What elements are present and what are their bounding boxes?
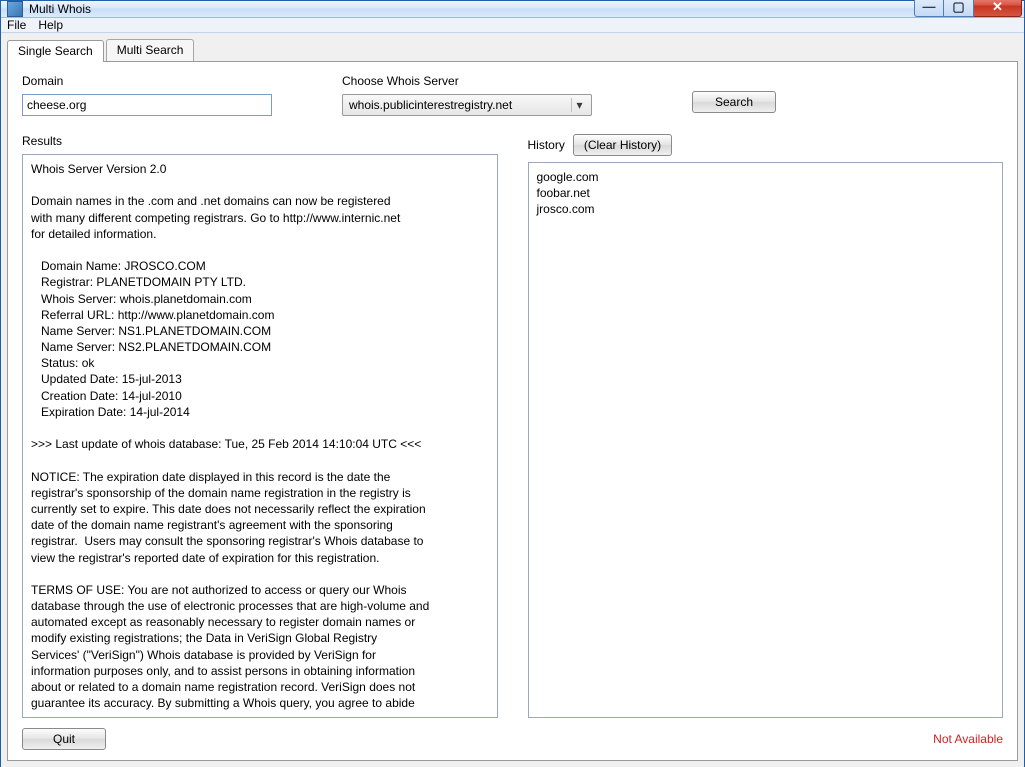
client-area: Single Search Multi Search Domain Choose…: [1, 33, 1024, 767]
server-label: Choose Whois Server: [342, 74, 592, 88]
history-header: History (Clear History): [528, 134, 1004, 156]
domain-field-group: Domain: [22, 74, 272, 116]
results-column: Results Whois Server Version 2.0 Domain …: [22, 134, 498, 718]
tabstrip: Single Search Multi Search: [7, 37, 1018, 61]
status-text: Not Available: [933, 732, 1003, 746]
menubar: File Help: [1, 18, 1024, 33]
results-label: Results: [22, 134, 62, 148]
domain-input[interactable]: [22, 94, 272, 116]
list-item[interactable]: foobar.net: [537, 185, 995, 201]
domain-label: Domain: [22, 74, 272, 88]
history-column: History (Clear History) google.com fooba…: [528, 134, 1004, 718]
quit-button[interactable]: Quit: [22, 728, 106, 750]
server-selected-value: whois.publicinterestregistry.net: [349, 98, 571, 112]
results-header: Results: [22, 134, 498, 148]
history-listbox[interactable]: google.com foobar.net jrosco.com: [528, 162, 1004, 718]
app-icon: [7, 1, 23, 17]
tabpage-single-search: Domain Choose Whois Server whois.publici…: [7, 61, 1018, 761]
bottom-row: Quit Not Available: [22, 728, 1003, 750]
list-item[interactable]: jrosco.com: [537, 201, 995, 217]
results-textbox[interactable]: Whois Server Version 2.0 Domain names in…: [22, 154, 498, 718]
menu-file[interactable]: File: [7, 18, 26, 32]
server-field-group: Choose Whois Server whois.publicinterest…: [342, 74, 592, 116]
history-label: History: [528, 138, 565, 152]
clear-history-button[interactable]: (Clear History): [573, 134, 672, 156]
window-controls: — ▢ ✕: [914, 0, 1022, 17]
search-button[interactable]: Search: [692, 91, 776, 113]
server-combobox[interactable]: whois.publicinterestregistry.net ▾: [342, 94, 592, 116]
menu-help[interactable]: Help: [38, 18, 63, 32]
tab-multi-search[interactable]: Multi Search: [106, 39, 195, 61]
chevron-down-icon: ▾: [571, 98, 587, 112]
maximize-button[interactable]: ▢: [944, 0, 974, 17]
app-window: Multi Whois — ▢ ✕ File Help Single Searc…: [0, 0, 1025, 767]
mid-row: Results Whois Server Version 2.0 Domain …: [22, 134, 1003, 718]
tab-single-search[interactable]: Single Search: [7, 40, 104, 62]
top-row: Domain Choose Whois Server whois.publici…: [22, 74, 1003, 116]
titlebar: Multi Whois — ▢ ✕: [1, 1, 1024, 18]
minimize-button[interactable]: —: [914, 0, 944, 17]
search-button-wrap: Search: [692, 74, 776, 116]
list-item[interactable]: google.com: [537, 169, 995, 185]
close-button[interactable]: ✕: [974, 0, 1022, 17]
window-title: Multi Whois: [29, 2, 91, 16]
